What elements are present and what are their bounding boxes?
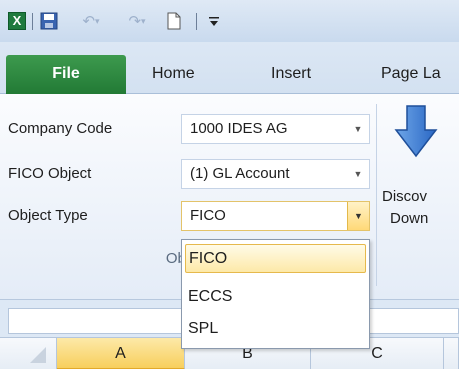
- dropdown-option-fico[interactable]: FICO: [185, 244, 366, 273]
- chevron-down-icon[interactable]: ▼: [347, 160, 369, 188]
- chevron-down-icon[interactable]: ▼: [347, 202, 369, 230]
- select-all-corner[interactable]: [0, 338, 57, 369]
- discover-label-line1: Discov: [382, 188, 428, 205]
- chevron-down-icon[interactable]: ▼: [347, 115, 369, 143]
- corner-triangle-icon: [30, 347, 46, 363]
- company-code-select[interactable]: 1000 IDES AG ▼: [181, 114, 370, 144]
- tab-insert[interactable]: Insert: [271, 55, 311, 94]
- tab-page-layout[interactable]: Page La: [381, 55, 441, 94]
- discover-download-button-label[interactable]: Discov Down: [382, 186, 459, 230]
- dropdown-option-eccs[interactable]: ECCS: [185, 283, 366, 312]
- toolbar-separator: [196, 13, 197, 30]
- tab-home[interactable]: Home: [152, 55, 195, 94]
- object-type-select[interactable]: FICO ▼: [181, 201, 370, 231]
- object-type-value: FICO: [190, 207, 226, 224]
- dropdown-option-spl[interactable]: SPL: [185, 315, 366, 344]
- object-type-dropdown-list: FICO ECCS SPL: [181, 239, 370, 349]
- quick-access-toolbar: X ↶ ▾ ↷ ▾: [0, 0, 459, 42]
- ribbon-tabs: File Home Insert Page La: [0, 42, 459, 94]
- download-arrow-icon[interactable]: [394, 104, 438, 158]
- company-code-value: 1000 IDES AG: [190, 120, 288, 137]
- company-code-label: Company Code: [8, 120, 113, 137]
- redo-icon[interactable]: ↷ ▾: [120, 12, 154, 30]
- fico-object-select[interactable]: (1) GL Account ▼: [181, 159, 370, 189]
- column-header-d[interactable]: [444, 338, 459, 369]
- fico-object-value: (1) GL Account: [190, 165, 290, 182]
- tab-file[interactable]: File: [6, 55, 126, 94]
- group-divider: [376, 104, 377, 286]
- undo-icon[interactable]: ↶ ▾: [74, 12, 108, 30]
- new-document-icon[interactable]: [165, 12, 183, 30]
- customize-toolbar-icon[interactable]: [206, 12, 222, 30]
- save-icon[interactable]: [40, 12, 58, 30]
- discover-label-line2: Down: [390, 210, 429, 227]
- toolbar-separator: [32, 13, 33, 30]
- fico-object-label: FICO Object: [8, 165, 92, 182]
- object-type-label: Object Type: [8, 207, 88, 224]
- excel-icon[interactable]: X: [8, 12, 26, 30]
- column-header-a[interactable]: A: [57, 338, 185, 369]
